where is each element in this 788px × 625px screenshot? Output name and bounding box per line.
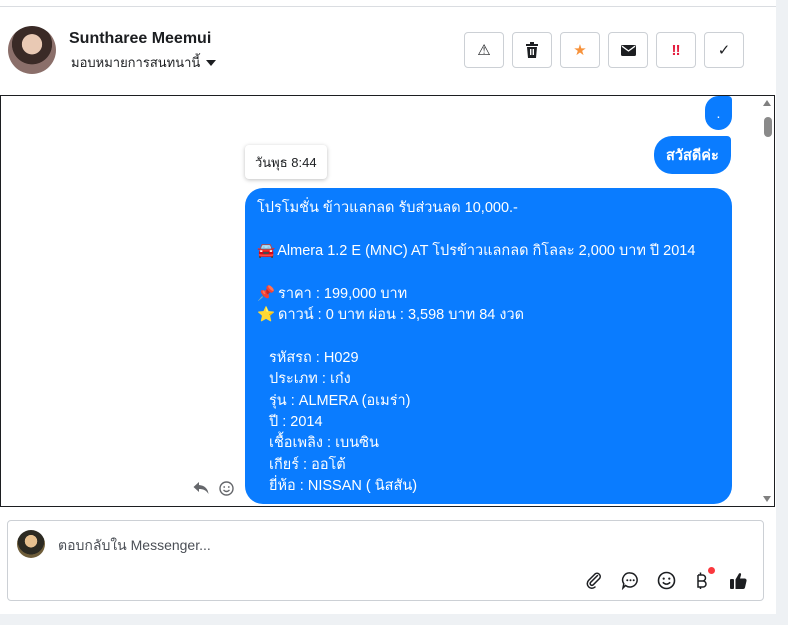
detail-code: รหัสรถ : H029: [269, 349, 359, 366]
message-thread[interactable]: . สวัสดีค่ะ วันพุธ 8:44 โปรโมชั่น ข้าวแล…: [0, 95, 775, 507]
scroll-thumb[interactable]: [764, 117, 772, 137]
action-toolbar: ⚠ ★ ‼ ✓: [464, 32, 744, 68]
spam-button[interactable]: ⚠: [464, 32, 504, 68]
react-smiley-icon[interactable]: [219, 481, 234, 496]
trash-icon: [526, 42, 538, 58]
check-icon: ✓: [717, 42, 731, 59]
mark-unread-button[interactable]: [608, 32, 648, 68]
detail-gear: เกียร์ : ออโต้: [269, 456, 346, 473]
promo-down-payment-line: ⭐ ดาวน์ : 0 บาท ผ่อน : 3,598 บาท 84 งวด: [257, 305, 720, 326]
emoji-button[interactable]: [655, 569, 677, 591]
page-avatar: [17, 530, 45, 558]
reply-icon[interactable]: [193, 481, 209, 495]
detail-fuel: เชื้อเพลิง : เบนซิน: [269, 435, 379, 452]
message-bubble-dot: .: [705, 96, 732, 130]
warning-icon: ⚠: [477, 42, 491, 59]
promo-price-line: 📌 ราคา : 199,000 บาท: [257, 284, 720, 305]
car-icon: 🚘: [257, 242, 276, 259]
mark-done-button[interactable]: ✓: [704, 32, 744, 68]
caret-down-icon: [206, 59, 217, 66]
scroll-down-arrow-icon[interactable]: [763, 496, 771, 502]
thumbs-up-icon: [729, 572, 747, 589]
promo-model-line: 🚘 Almera 1.2 E (MNC) AT โปรข้าวแลกลด กิโ…: [257, 241, 720, 262]
thread-scrollbar[interactable]: [762, 96, 774, 506]
composer-toolbar: [583, 567, 749, 591]
reply-composer: [7, 520, 764, 601]
send-like-button[interactable]: [727, 569, 749, 591]
message-bubble-greeting: สวัสดีค่ะ: [654, 136, 731, 174]
detail-brand: ยี่ห้อ : NISSAN ( นิสสัน): [269, 478, 418, 495]
exclamation-icon: ‼: [671, 41, 681, 59]
attach-file-button[interactable]: [583, 569, 605, 591]
smiley-icon: [657, 571, 675, 589]
star-icon: ★: [573, 42, 587, 59]
promo-headline: โปรโมชั่น ข้าวแลกลด รับส่วนลด 10,000.-: [257, 200, 518, 216]
detail-type: ประเภท : เก๋ง: [269, 371, 351, 388]
message-actions: [193, 481, 234, 496]
follow-up-button[interactable]: ‼: [656, 32, 696, 68]
baht-icon: [697, 572, 707, 589]
top-divider: [0, 6, 776, 7]
notification-dot: [708, 567, 715, 574]
contact-avatar[interactable]: [8, 26, 56, 74]
detail-model: รุ่น : ALMERA (อเมร่า): [269, 392, 411, 409]
detail-year: ปี : 2014: [269, 414, 323, 431]
envelope-icon: [620, 44, 636, 56]
pushpin-icon: 📌: [257, 285, 276, 302]
assign-conversation-dropdown[interactable]: มอบหมายการสนทนานี้: [71, 52, 217, 73]
assign-label: มอบหมายการสนทนานี้: [71, 55, 201, 70]
scroll-up-arrow-icon[interactable]: [763, 100, 771, 106]
reply-input[interactable]: [56, 533, 660, 557]
contact-name[interactable]: Suntharee Meemui: [69, 30, 211, 48]
payment-button[interactable]: [691, 567, 715, 591]
message-timestamp: วันพุธ 8:44: [245, 145, 327, 179]
conversation-panel: Suntharee Meemui มอบหมายการสนทนานี้ ⚠ ★: [0, 0, 776, 614]
star-button[interactable]: ★: [560, 32, 600, 68]
star-emoji-icon: ⭐: [257, 307, 276, 323]
saved-replies-button[interactable]: [619, 569, 641, 591]
chat-bubble-icon: [621, 571, 638, 590]
delete-button[interactable]: [512, 32, 552, 68]
paperclip-icon: [586, 572, 601, 589]
message-bubble-promo: โปรโมชั่น ข้าวแลกลด รับส่วนลด 10,000.- 🚘…: [245, 188, 732, 504]
